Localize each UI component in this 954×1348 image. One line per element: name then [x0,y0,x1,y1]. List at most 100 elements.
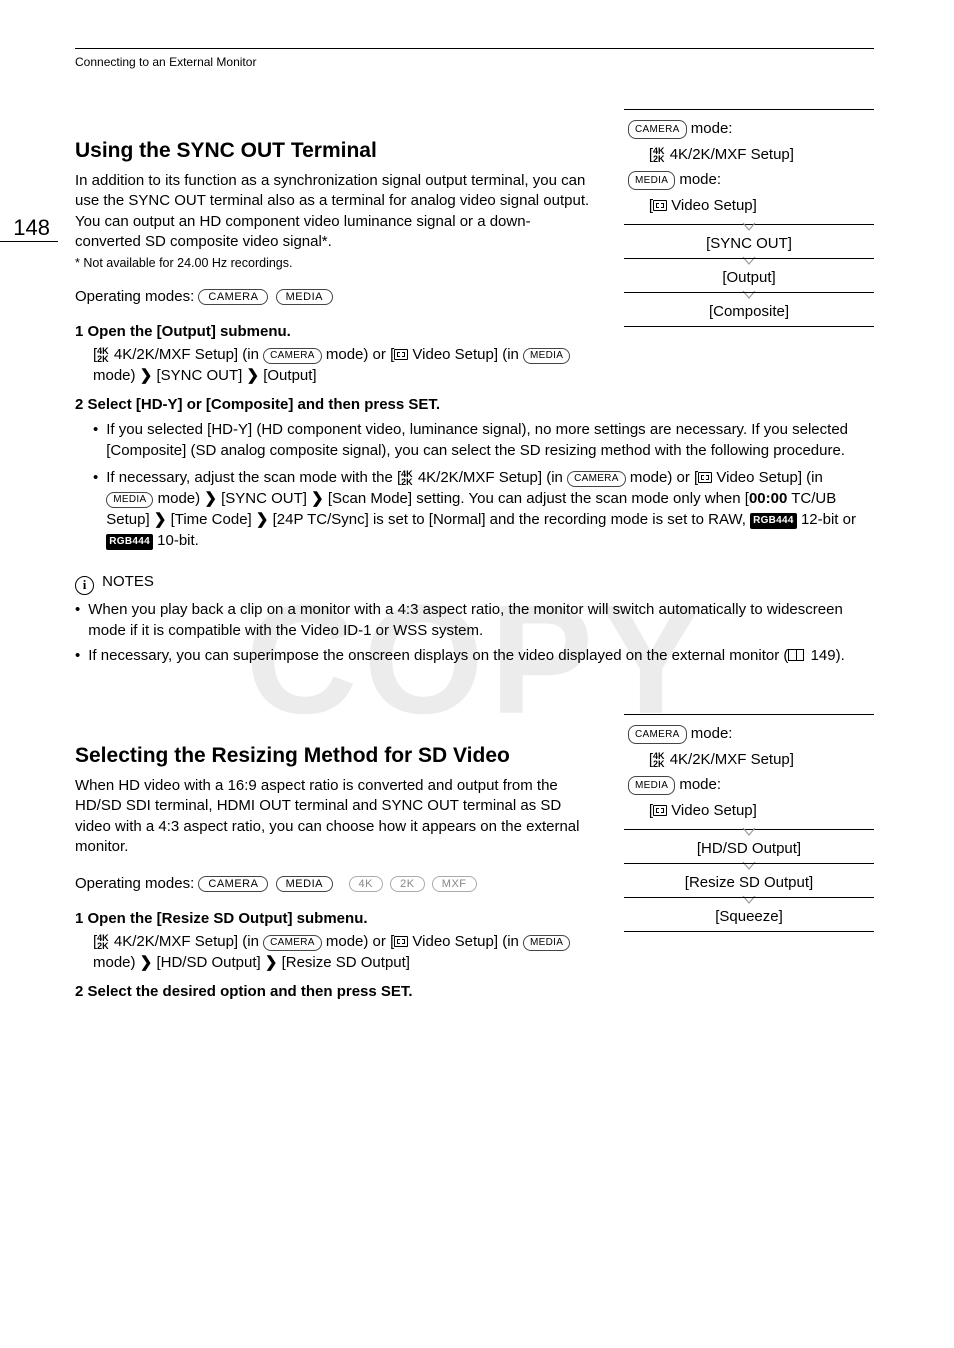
s2d-d: mode) [93,954,136,971]
operating-modes-row2: Operating modes: CAMERA MEDIA 4K 2K MXF [75,875,594,892]
4k2k-icon: 4K2K [401,471,413,486]
b2m: 10-bit. [157,532,199,549]
sb1-mode1: mode: [691,120,733,137]
mode-badge-mxf: MXF [432,876,477,892]
sidebox2-list: [HD/SD Output] [Resize SD Output] [Squee… [624,827,874,932]
camera-badge-inline: CAMERA [567,471,626,487]
nav-arrow-icon: ❯ [140,954,153,971]
4k2k-icon: 4K2K [97,348,109,363]
notes-heading: i NOTES [75,573,874,595]
mode-badge-camera: CAMERA [198,289,268,305]
nav-arrow-icon: ❯ [311,490,324,507]
camera-badge: CAMERA [628,120,687,139]
s1d-d: mode) [93,367,136,384]
screen-icon [698,472,712,483]
nav-arrow-icon: ❯ [204,490,217,507]
screen-icon [653,200,667,211]
note1: • When you play back a clip on a monitor… [75,599,874,641]
rgb444-badge: RGB444 [750,513,797,529]
b2c: mode) or [ [630,469,698,486]
s1d-f: [Output] [263,367,316,384]
s2d-b: mode) or [ [326,933,394,950]
s1d-c: Video Setup] (in [412,346,518,363]
info-icon: i [75,576,94,595]
note2: • If necessary, you can superimpose the … [75,645,874,666]
sidebox1-row3: [Composite] [624,297,874,327]
sb1-media-setup: Video Setup] [671,197,757,214]
s1b2-text: If necessary, adjust the scan mode with … [106,467,874,551]
media-badge: MEDIA [628,776,675,795]
4k2k-icon: 4K2K [653,148,665,163]
b2k: [24P TC/Sync] is set to [Normal] and the… [273,511,746,528]
4k2k-icon: 4K2K [653,753,665,768]
rgb444-badge: RGB444 [106,534,153,550]
section2-step2: 2 Select the desired option and then pre… [75,983,594,1000]
page-number: 148 [0,215,58,242]
b2h: 00:00 [749,490,787,507]
b2j: [Time Code] [171,511,252,528]
sb1-mode2: mode: [679,171,721,188]
camera-badge: CAMERA [628,725,687,744]
s1b1-text: If you selected [HD-Y] (HD component vid… [106,419,874,461]
media-badge-inline: MEDIA [106,492,153,508]
manual-icon [788,649,804,661]
bullet-icon: • [93,419,98,461]
sidebox2-row2: [Resize SD Output] [624,868,874,898]
operating-modes-row: Operating modes: CAMERA MEDIA [75,288,594,305]
section2-step1-detail: [4K2K 4K/2K/MXF Setup] (in CAMERA mode) … [93,931,594,973]
b2d: Video Setup] (in [716,469,822,486]
mode-badge-camera: CAMERA [198,876,268,892]
sb2-cam-setup: 4K/2K/MXF Setup] [670,751,794,768]
sb1-cam-setup: 4K/2K/MXF Setup] [670,146,794,163]
nav-arrow-icon: ❯ [154,511,167,528]
media-badge-inline: MEDIA [523,935,570,951]
top-rule [75,48,874,49]
sidebox2-row1: [HD/SD Output] [624,834,874,864]
media-badge-inline: MEDIA [523,348,570,364]
nav-arrow-icon: ❯ [265,954,278,971]
n2b: 149). [811,647,845,664]
note1-text: When you play back a clip on a monitor w… [88,599,874,641]
b2b: 4K/2K/MXF Setup] (in [418,469,563,486]
bullet-icon: • [93,467,98,551]
sb2-mode2: mode: [679,776,721,793]
b2g: [Scan Mode] setting. You can adjust the … [328,490,749,507]
b2l: 12-bit or [801,511,856,528]
mode-badge-media: MEDIA [276,289,333,305]
operating-modes-label2: Operating modes: [75,875,194,892]
n2a: If necessary, you can superimpose the on… [88,647,788,664]
b2a: If necessary, adjust the scan mode with … [106,469,401,486]
section1-bullet2: • If necessary, adjust the scan mode wit… [93,467,874,551]
sb2-media-setup: Video Setup] [671,802,757,819]
section1-footnote: * Not available for 24.00 Hz recordings. [75,256,594,270]
s1d-b: mode) or [ [326,346,394,363]
mode-badge-2k: 2K [390,876,424,892]
sidebox1-list: [SYNC OUT] [Output] [Composite] [624,222,874,327]
mode-badge-media: MEDIA [276,876,333,892]
camera-badge-inline: CAMERA [263,935,322,951]
section2-step1: 1 Open the [Resize SD Output] submenu. [75,910,594,927]
section1-step2: 2 Select [HD-Y] or [Composite] and then … [75,396,874,413]
camera-badge-inline: CAMERA [263,348,322,364]
s1d-e: [SYNC OUT] [156,367,242,384]
sidebox1-top: CAMERA mode: [4K2K 4K/2K/MXF Setup] MEDI… [624,109,874,225]
sidebox1-row1: [SYNC OUT] [624,229,874,259]
section2-heading: Selecting the Resizing Method for SD Vid… [75,744,594,768]
s2d-f: [Resize SD Output] [282,954,410,971]
media-badge: MEDIA [628,171,675,190]
nav-arrow-icon: ❯ [246,367,259,384]
section1-step1: 1 Open the [Output] submenu. [75,323,594,340]
s2d-e: [HD/SD Output] [156,954,260,971]
sidebox2-top: CAMERA mode: [4K2K 4K/2K/MXF Setup] MEDI… [624,714,874,830]
sb2-mode1: mode: [691,725,733,742]
notes-label: NOTES [102,573,154,590]
section1-intro: In addition to its function as a synchro… [75,171,594,252]
section1-step1-detail: [4K2K 4K/2K/MXF Setup] (in CAMERA mode) … [93,344,594,386]
bullet-icon: • [75,599,80,641]
screen-icon [394,936,408,947]
s2d-a: 4K/2K/MXF Setup] (in [114,933,259,950]
mode-badge-4k: 4K [349,876,383,892]
b2f: [SYNC OUT] [221,490,307,507]
section1-bullet1: • If you selected [HD-Y] (HD component v… [93,419,874,461]
nav-arrow-icon: ❯ [256,511,269,528]
